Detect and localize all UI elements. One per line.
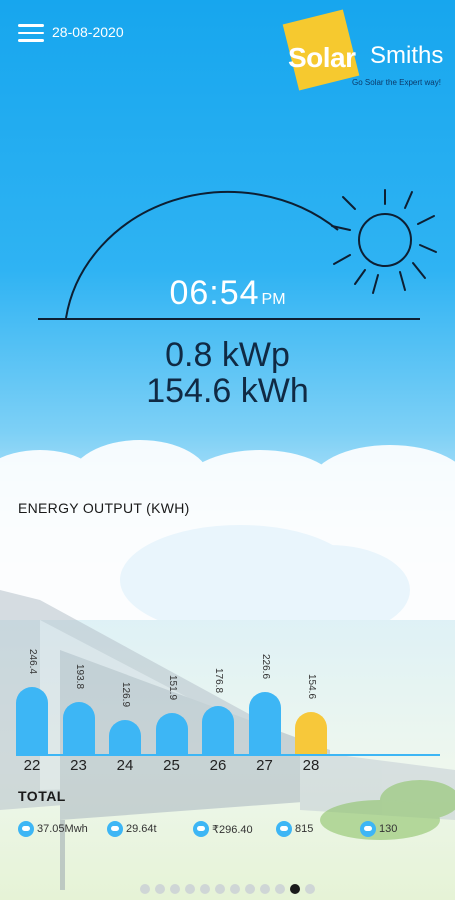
page-dot[interactable] — [170, 884, 180, 894]
chart-bar-value: 226.6 — [259, 654, 271, 680]
page-dot[interactable] — [215, 884, 225, 894]
stat-energy: 37.05Mwh — [18, 820, 88, 838]
stat-trees-value: 815 — [295, 823, 314, 835]
chart-day-label: 24 — [116, 757, 134, 774]
stat-carbon-value: 29.64t — [126, 823, 157, 835]
logo-word-solar: Solar — [288, 42, 356, 73]
tree-icon — [276, 821, 292, 837]
page-dot[interactable] — [305, 884, 315, 894]
energy-reading: 154.6 kWh — [146, 372, 309, 410]
current-date: 28-08-2020 — [52, 24, 124, 40]
chart-day-label: 22 — [23, 757, 41, 774]
page-dot[interactable] — [290, 884, 300, 894]
page-dot[interactable] — [275, 884, 285, 894]
chart-day-label: 25 — [163, 757, 180, 774]
page-dot[interactable] — [260, 884, 270, 894]
cloud-icon — [107, 821, 123, 837]
chart-bar-value: 176.8 — [213, 668, 224, 694]
chart-bar[interactable] — [155, 713, 188, 755]
time-hhmm: 06:54 — [169, 274, 260, 312]
chart-bar[interactable] — [109, 720, 141, 755]
compass-icon — [360, 821, 376, 837]
chart-bar[interactable] — [202, 706, 234, 755]
page-dot[interactable] — [140, 884, 150, 894]
chart-day-label: 26 — [209, 757, 227, 774]
chart-bar-value: 154.6 — [306, 674, 317, 700]
top-bar: 28-08-2020 Solar Smiths Go Solar the Exp… — [0, 0, 455, 110]
page-dot[interactable] — [200, 884, 210, 894]
energy-output-chart: 246.4 193.8 126.9 151.9 176.8 226.6 154.6 — [16, 640, 455, 755]
chart-bar-value: 246.4 — [27, 649, 38, 675]
stat-savings: ₹296.40 — [193, 820, 253, 838]
chart-baseline — [16, 754, 440, 756]
chart-bar[interactable] — [295, 712, 327, 755]
stat-trees: 815 — [276, 820, 313, 838]
chart-bar[interactable] — [248, 692, 281, 755]
chart-bar-value: 126.9 — [120, 682, 131, 708]
energy-icon — [18, 821, 34, 837]
stat-energy-value: 37.05Mwh — [37, 823, 88, 835]
chart-bar-value: 193.8 — [73, 664, 85, 690]
hamburger-menu-icon[interactable] — [18, 24, 44, 42]
chart-bar-value: 151.9 — [166, 675, 178, 701]
chart-day-label: 23 — [70, 757, 87, 774]
energy-output-title: ENERGY OUTPUT (KWH) — [18, 500, 190, 516]
solarsmiths-logo: Solar Smiths Go Solar the Expert way! — [282, 9, 452, 102]
page-indicator — [0, 884, 455, 894]
page-dot[interactable] — [230, 884, 240, 894]
chart-bar[interactable] — [62, 702, 95, 755]
logo-tagline: Go Solar the Expert way! — [352, 78, 441, 87]
page-dot[interactable] — [155, 884, 165, 894]
stat-fuel-value: 130 — [379, 823, 398, 835]
power-reading: 0.8 kWp — [165, 336, 290, 374]
page-dot[interactable] — [245, 884, 255, 894]
current-time: 06:54 PM — [0, 274, 455, 313]
stat-carbon: 29.64t — [107, 820, 157, 838]
stat-fuel: 130 — [360, 820, 397, 838]
logo-word-smiths: Smiths — [370, 42, 444, 69]
time-ampm: PM — [261, 291, 286, 308]
wallet-icon — [193, 821, 209, 837]
chart-bar[interactable] — [16, 687, 48, 755]
stat-savings-value: ₹296.40 — [212, 823, 253, 836]
page-dot[interactable] — [185, 884, 195, 894]
chart-day-label: 28 — [302, 757, 320, 774]
total-title: TOTAL — [18, 788, 66, 804]
chart-day-label: 27 — [256, 757, 273, 774]
